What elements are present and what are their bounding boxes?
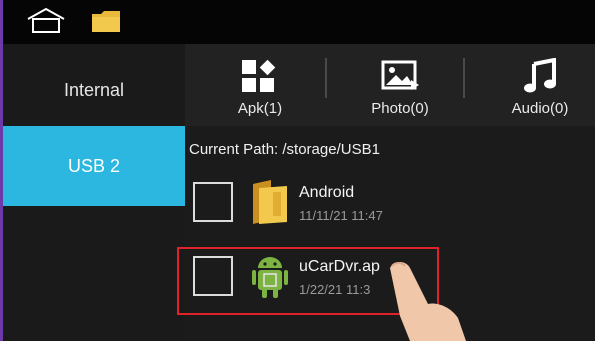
pointing-finger-icon (390, 262, 466, 341)
list-item[interactable]: Android 11/11/21 11:47 (185, 168, 595, 238)
home-icon[interactable] (23, 6, 69, 36)
tab-audio-label: Audio(0) (511, 100, 569, 117)
sidebar-item-usb2[interactable]: USB 2 (3, 126, 185, 206)
tab-audio[interactable]: Audio(0) (475, 50, 595, 122)
tab-divider (325, 58, 327, 98)
file-name: Android (299, 184, 355, 201)
current-path: Current Path: /storage/USB1 (189, 141, 380, 158)
tab-divider (463, 58, 465, 98)
apk-grid-icon (242, 59, 276, 92)
select-checkbox[interactable] (193, 182, 233, 222)
folder-icon[interactable] (89, 6, 123, 36)
tab-apk[interactable]: Apk(1) (195, 50, 325, 122)
tab-apk-label: Apk(1) (237, 100, 283, 117)
photo-icon (381, 60, 419, 90)
sidebar-item-internal[interactable]: Internal (3, 50, 185, 130)
storage-sidebar: Internal USB 2 (3, 44, 185, 341)
tab-photo[interactable]: Photo(0) (335, 50, 465, 122)
folder-icon (253, 180, 287, 224)
file-date: 11/11/21 11:47 (299, 208, 383, 223)
top-bar (3, 0, 595, 44)
tab-photo-label: Photo(0) (371, 100, 429, 117)
category-tabs: Apk(1) Photo(0) Audio(0) (185, 44, 595, 126)
music-note-icon (524, 58, 556, 93)
